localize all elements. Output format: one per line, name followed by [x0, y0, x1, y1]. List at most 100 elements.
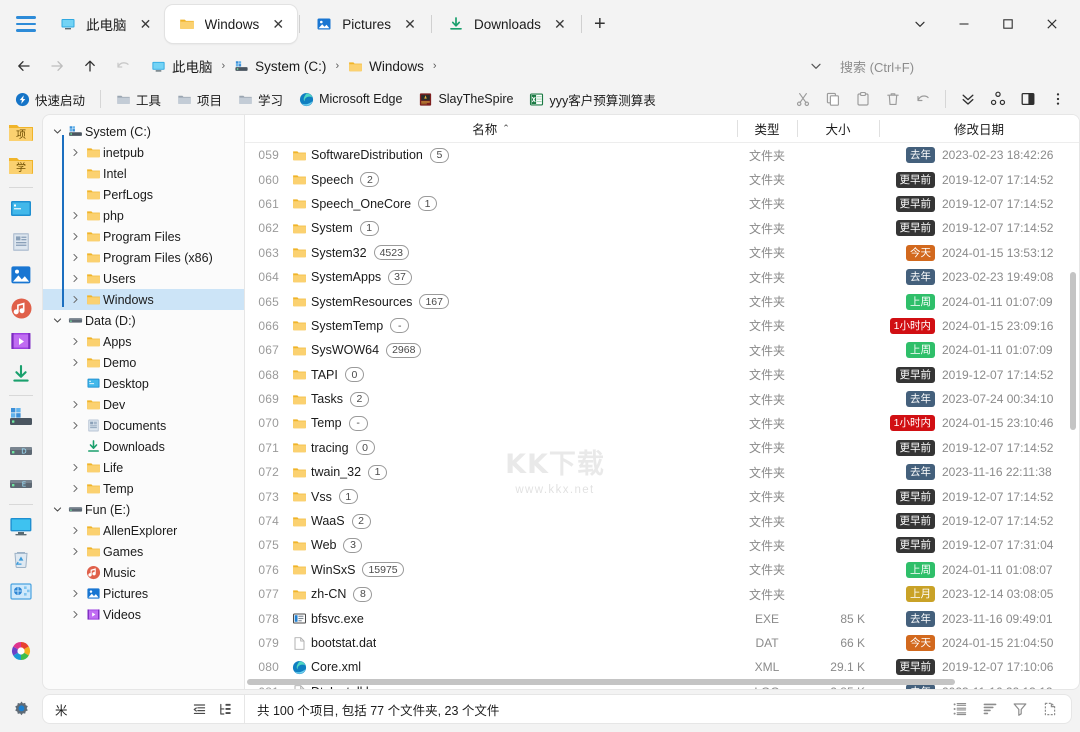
rail-documents-icon[interactable] [5, 227, 37, 257]
table-row[interactable]: 071tracing0文件夹更早前2019-12-07 17:14:52 [245, 436, 1079, 460]
table-row[interactable]: 074WaaS2文件夹更早前2019-12-07 17:14:52 [245, 509, 1079, 533]
rail-drive-c-icon[interactable] [5, 402, 37, 432]
more-options-chevron-down-icon[interactable] [898, 4, 942, 44]
search-input[interactable]: 搜索 (Ctrl+F) [832, 52, 1072, 80]
horizontal-scrollbar[interactable] [245, 678, 1068, 687]
table-row[interactable]: 076WinSxS15975文件夹上周2024-01-11 01:08:07 [245, 558, 1079, 582]
expand-tree-icon[interactable] [212, 697, 238, 721]
undo-icon[interactable] [909, 86, 937, 112]
tree-item-apps[interactable]: Apps [43, 331, 244, 352]
more-vertical-icon[interactable] [1044, 86, 1072, 112]
tab-windows[interactable]: Windows ✕ [165, 5, 298, 43]
tab-close-icon[interactable]: ✕ [135, 13, 157, 35]
table-row[interactable]: 061Speech_OneCore1文件夹更早前2019-12-07 17:14… [245, 192, 1079, 216]
bookmark-quick-launch[interactable]: 快速启动 [8, 87, 92, 112]
minimize-button[interactable] [942, 4, 986, 44]
new-file-icon[interactable] [1035, 697, 1065, 721]
table-row[interactable]: 079bootstat.datDAT66 K今天2024-01-15 21:04… [245, 631, 1079, 655]
chevron-right-icon[interactable] [67, 211, 83, 220]
tree-item-downloads[interactable]: Downloads [43, 436, 244, 457]
horizontal-scrollbar-thumb[interactable] [247, 679, 955, 685]
tab-close-icon[interactable]: ✕ [549, 13, 571, 35]
tree-item-php[interactable]: php [43, 205, 244, 226]
bookmark-budget-spreadsheet[interactable]: yyy客户预算测算表 [522, 87, 662, 112]
chevron-down-icon[interactable] [49, 505, 65, 514]
tree-item-users[interactable]: Users [43, 268, 244, 289]
tree-item-system-c[interactable]: System (C:) [43, 121, 244, 142]
rail-pictures-icon[interactable] [5, 260, 37, 290]
table-row[interactable]: 068TAPI0文件夹更早前2019-12-07 17:14:52 [245, 363, 1079, 387]
breadcrumb-item-this-pc[interactable]: 此电脑 [146, 53, 218, 79]
tree-item-documents[interactable]: Documents [43, 415, 244, 436]
bookmark-microsoft-edge[interactable]: Microsoft Edge [292, 89, 409, 110]
table-row[interactable]: 073Vss1文件夹更早前2019-12-07 17:14:52 [245, 484, 1079, 508]
chevron-right-icon[interactable] [67, 421, 83, 430]
tab-close-icon[interactable]: ✕ [267, 13, 289, 35]
copy-icon[interactable] [819, 86, 847, 112]
back-arrow-icon[interactable] [8, 51, 40, 81]
table-row[interactable]: 059SoftwareDistribution5文件夹去年2023-02-23 … [245, 143, 1079, 167]
rail-recycle-bin-icon[interactable] [5, 544, 37, 574]
chevron-right-icon[interactable] [67, 610, 83, 619]
table-row[interactable]: 063System324523文件夹今天2024-01-15 13:53:12 [245, 241, 1079, 265]
breadcrumb-separator[interactable]: › [331, 60, 343, 72]
tab-this-pc[interactable]: 此电脑 ✕ [46, 5, 165, 43]
table-row[interactable]: 072twain_321文件夹去年2023-11-16 22:11:38 [245, 460, 1079, 484]
table-row[interactable]: 062System1文件夹更早前2019-12-07 17:14:52 [245, 216, 1079, 240]
rail-folder-xue-icon[interactable]: 学 [5, 151, 37, 181]
chevron-right-icon[interactable] [67, 358, 83, 367]
apps-grid-icon[interactable] [984, 86, 1012, 112]
bookmark-study[interactable]: 学习 [231, 87, 290, 112]
tree-item-intel[interactable]: Intel [43, 163, 244, 184]
chevron-down-icon[interactable] [49, 316, 65, 325]
chevron-right-icon[interactable] [67, 547, 83, 556]
tree-item-program-files[interactable]: Program Files [43, 226, 244, 247]
forward-arrow-icon[interactable] [41, 51, 73, 81]
tree-item-demo[interactable]: Demo [43, 352, 244, 373]
rail-downloads-icon[interactable] [5, 359, 37, 389]
table-row[interactable]: 070Temp-文件夹1小时内2024-01-15 23:10:46 [245, 411, 1079, 435]
filter-icon[interactable] [1005, 697, 1035, 721]
preview-pane-icon[interactable] [1014, 86, 1042, 112]
tree-item-fun-e[interactable]: Fun (E:) [43, 499, 244, 520]
tab-close-icon[interactable]: ✕ [399, 13, 421, 35]
column-header-date[interactable]: 修改日期 [879, 115, 1079, 142]
rail-desktop-icon[interactable] [5, 194, 37, 224]
rail-color-wheel-icon[interactable] [5, 636, 37, 666]
table-row[interactable]: 066SystemTemp-文件夹1小时内2024-01-15 23:09:16 [245, 314, 1079, 338]
table-row[interactable]: 078bfsvc.exeEXE85 K去年2023-11-16 09:49:01 [245, 606, 1079, 630]
breadcrumb-item-windows[interactable]: Windows [343, 56, 429, 77]
tree-item-desktop[interactable]: Desktop [43, 373, 244, 394]
tree-item-games[interactable]: Games [43, 541, 244, 562]
tree-item-windows[interactable]: Windows [43, 289, 244, 310]
chevron-right-icon[interactable] [67, 232, 83, 241]
tree-item-music[interactable]: Music [43, 562, 244, 583]
rail-drive-e-icon[interactable]: E [5, 468, 37, 498]
table-row[interactable]: 067SysWOW642968文件夹上周2024-01-11 01:07:09 [245, 338, 1079, 362]
table-row[interactable]: 077zh-CN8文件夹上月2023-12-14 03:08:05 [245, 582, 1079, 606]
sort-icon[interactable] [975, 697, 1005, 721]
file-rows[interactable]: 059SoftwareDistribution5文件夹去年2023-02-23 … [245, 143, 1079, 689]
tree-item-dev[interactable]: Dev [43, 394, 244, 415]
paste-icon[interactable] [849, 86, 877, 112]
table-row[interactable]: 065SystemResources167文件夹上周2024-01-11 01:… [245, 289, 1079, 313]
close-button[interactable] [1030, 4, 1074, 44]
column-header-size[interactable]: 大小 [797, 115, 879, 142]
tree-item-inetpub[interactable]: inetpub [43, 142, 244, 163]
tree-item-pictures[interactable]: Pictures [43, 583, 244, 604]
tree-item-life[interactable]: Life [43, 457, 244, 478]
table-row[interactable]: 064SystemApps37文件夹去年2023-02-23 19:49:08 [245, 265, 1079, 289]
bookmark-projects[interactable]: 项目 [170, 87, 229, 112]
tree-item-program-files-x86[interactable]: Program Files (x86) [43, 247, 244, 268]
up-arrow-icon[interactable] [74, 51, 106, 81]
bookmark-slaythespire[interactable]: SlayTheSpire [411, 89, 520, 110]
new-tab-button[interactable]: + [584, 8, 616, 40]
tab-pictures[interactable]: Pictures ✕ [302, 5, 429, 43]
chevron-right-icon[interactable] [67, 295, 83, 304]
chevron-right-icon[interactable] [67, 526, 83, 535]
maximize-button[interactable] [986, 4, 1030, 44]
breadcrumb-separator[interactable]: › [218, 60, 230, 72]
chevron-double-down-icon[interactable] [954, 86, 982, 112]
collapse-icon[interactable] [186, 697, 212, 721]
address-chevron-down-icon[interactable] [801, 52, 831, 80]
